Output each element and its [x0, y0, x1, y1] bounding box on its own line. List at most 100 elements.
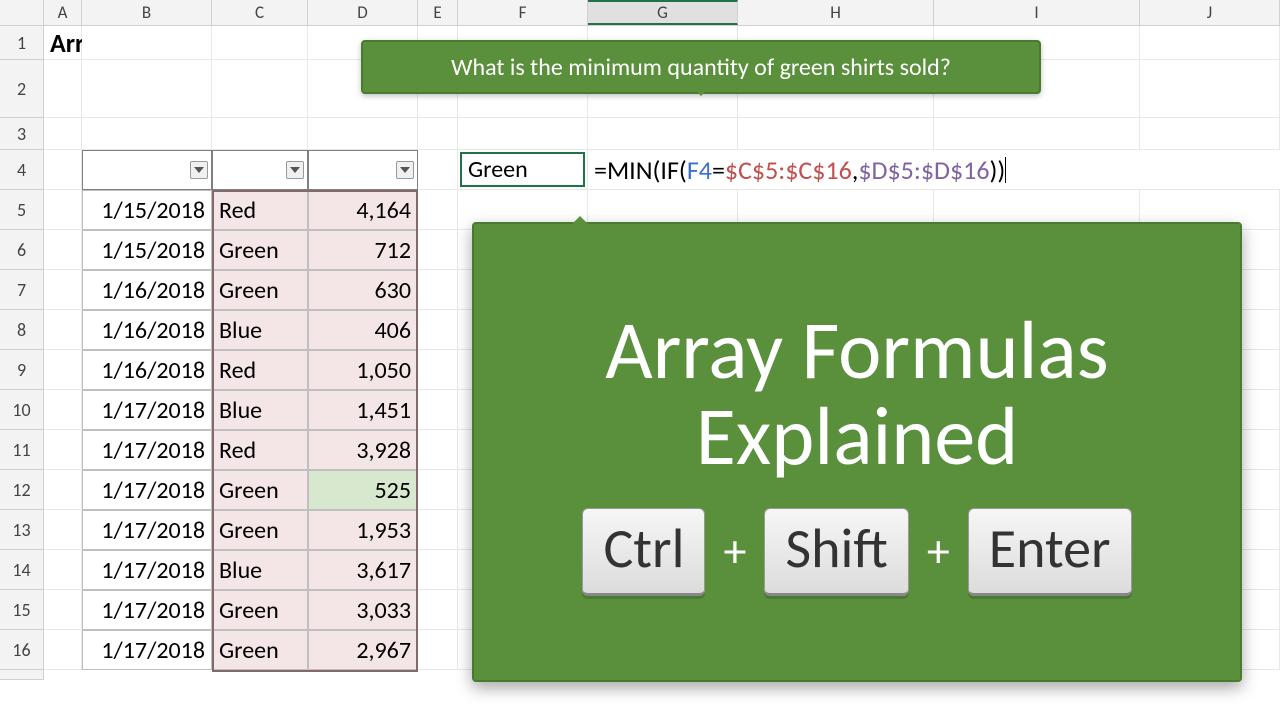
- filter-button-qty[interactable]: [396, 161, 414, 179]
- select-all-corner[interactable]: [0, 0, 44, 25]
- col-header-I[interactable]: I: [934, 0, 1140, 25]
- cell-A16[interactable]: [44, 630, 82, 670]
- cell-J2[interactable]: [1140, 60, 1280, 118]
- cell-C9[interactable]: Red: [212, 350, 308, 390]
- cell-D6[interactable]: 712: [308, 230, 418, 270]
- cell-E5[interactable]: [418, 190, 458, 230]
- filter-button-date[interactable]: [190, 161, 208, 179]
- col-header-F[interactable]: F: [458, 0, 588, 25]
- cell-D5[interactable]: 4,164: [308, 190, 418, 230]
- col-header-H[interactable]: H: [738, 0, 934, 25]
- cell-C14[interactable]: Blue: [212, 550, 308, 590]
- col-header-C[interactable]: C: [212, 0, 308, 25]
- cell-E9[interactable]: [418, 350, 458, 390]
- cell-D14[interactable]: 3,617: [308, 550, 418, 590]
- cell-B15[interactable]: 1/17/2018: [82, 590, 212, 630]
- cell-C15[interactable]: Green: [212, 590, 308, 630]
- cell-C11[interactable]: Red: [212, 430, 308, 470]
- filter-button-color[interactable]: [286, 161, 304, 179]
- cell-B12[interactable]: 1/17/2018: [82, 470, 212, 510]
- cell-B16[interactable]: 1/17/2018: [82, 630, 212, 670]
- cell-C7[interactable]: Green: [212, 270, 308, 310]
- cell-B10[interactable]: 1/17/2018: [82, 390, 212, 430]
- row-header-2[interactable]: 2: [0, 60, 44, 118]
- table-header-qty[interactable]: Qty: [308, 150, 418, 190]
- cell-C5[interactable]: Red: [212, 190, 308, 230]
- cell-J1[interactable]: [1140, 26, 1280, 60]
- cell-G4-formula[interactable]: =MIN(IF(F4=$C$5:$C$16,$D$5:$D$16)): [588, 150, 1280, 190]
- cell-B2[interactable]: [82, 60, 212, 118]
- cell-B11[interactable]: 1/17/2018: [82, 430, 212, 470]
- cell-A14[interactable]: [44, 550, 82, 590]
- row-header-7[interactable]: 7: [0, 270, 44, 310]
- cell-E4[interactable]: [418, 150, 458, 190]
- table-header-color[interactable]: Color: [212, 150, 308, 190]
- row-header-10[interactable]: 10: [0, 390, 44, 430]
- cell-C6[interactable]: Green: [212, 230, 308, 270]
- cell-D7[interactable]: 630: [308, 270, 418, 310]
- col-header-E[interactable]: E: [418, 0, 458, 25]
- cell-A4[interactable]: [44, 150, 82, 190]
- cell-A7[interactable]: [44, 270, 82, 310]
- row-header-3[interactable]: 3: [0, 118, 44, 150]
- col-header-G[interactable]: G: [588, 0, 738, 25]
- cell-E16[interactable]: [418, 630, 458, 670]
- row-header-9[interactable]: 9: [0, 350, 44, 390]
- col-header-B[interactable]: B: [82, 0, 212, 25]
- row-header-5[interactable]: 5: [0, 190, 44, 230]
- row-header-11[interactable]: 11: [0, 430, 44, 470]
- col-header-D[interactable]: D: [308, 0, 418, 25]
- cell-A1[interactable]: Array Formula: [44, 26, 82, 60]
- cell-E13[interactable]: [418, 510, 458, 550]
- cell-B9[interactable]: 1/16/2018: [82, 350, 212, 390]
- row-header-14[interactable]: 14: [0, 550, 44, 590]
- row-header-6[interactable]: 6: [0, 230, 44, 270]
- cell-E10[interactable]: [418, 390, 458, 430]
- row-header-13[interactable]: 13: [0, 510, 44, 550]
- cell-B8[interactable]: 1/16/2018: [82, 310, 212, 350]
- cell-B14[interactable]: 1/17/2018: [82, 550, 212, 590]
- cell-J3[interactable]: [1140, 118, 1280, 150]
- cell-B13[interactable]: 1/17/2018: [82, 510, 212, 550]
- row-header-1[interactable]: 1: [0, 26, 44, 60]
- cell-F3[interactable]: [458, 118, 588, 150]
- row-header-17[interactable]: [0, 670, 44, 680]
- table-header-date[interactable]: Date: [82, 150, 212, 190]
- row-header-15[interactable]: 15: [0, 590, 44, 630]
- cell-C10[interactable]: Blue: [212, 390, 308, 430]
- cell-A3[interactable]: [44, 118, 82, 150]
- cell-D10[interactable]: 1,451: [308, 390, 418, 430]
- cell-D3[interactable]: [308, 118, 418, 150]
- row-header-8[interactable]: 8: [0, 310, 44, 350]
- cell-E8[interactable]: [418, 310, 458, 350]
- cell-D16[interactable]: 2,967: [308, 630, 418, 670]
- cell-D11[interactable]: 3,928: [308, 430, 418, 470]
- cell-H3[interactable]: [738, 118, 934, 150]
- row-header-16[interactable]: 16: [0, 630, 44, 670]
- cell-C16[interactable]: Green: [212, 630, 308, 670]
- cell-E11[interactable]: [418, 430, 458, 470]
- cell-C3[interactable]: [212, 118, 308, 150]
- col-header-A[interactable]: A: [44, 0, 82, 25]
- cell-A12[interactable]: [44, 470, 82, 510]
- cell-C13[interactable]: Green: [212, 510, 308, 550]
- cell-A9[interactable]: [44, 350, 82, 390]
- cell-A8[interactable]: [44, 310, 82, 350]
- cell-I3[interactable]: [934, 118, 1140, 150]
- cell-G3[interactable]: [588, 118, 738, 150]
- cell-E15[interactable]: [418, 590, 458, 630]
- row-header-4[interactable]: 4: [0, 150, 44, 190]
- cell-E7[interactable]: [418, 270, 458, 310]
- cell-D15[interactable]: 3,033: [308, 590, 418, 630]
- cell-C12[interactable]: Green: [212, 470, 308, 510]
- cell-D9[interactable]: 1,050: [308, 350, 418, 390]
- cell-A13[interactable]: [44, 510, 82, 550]
- cell-A5[interactable]: [44, 190, 82, 230]
- cell-B1[interactable]: [82, 26, 212, 60]
- cell-B5[interactable]: 1/15/2018: [82, 190, 212, 230]
- cell-A11[interactable]: [44, 430, 82, 470]
- cell-B6[interactable]: 1/15/2018: [82, 230, 212, 270]
- cell-E12[interactable]: [418, 470, 458, 510]
- cell-B3[interactable]: [82, 118, 212, 150]
- cell-C2[interactable]: [212, 60, 308, 118]
